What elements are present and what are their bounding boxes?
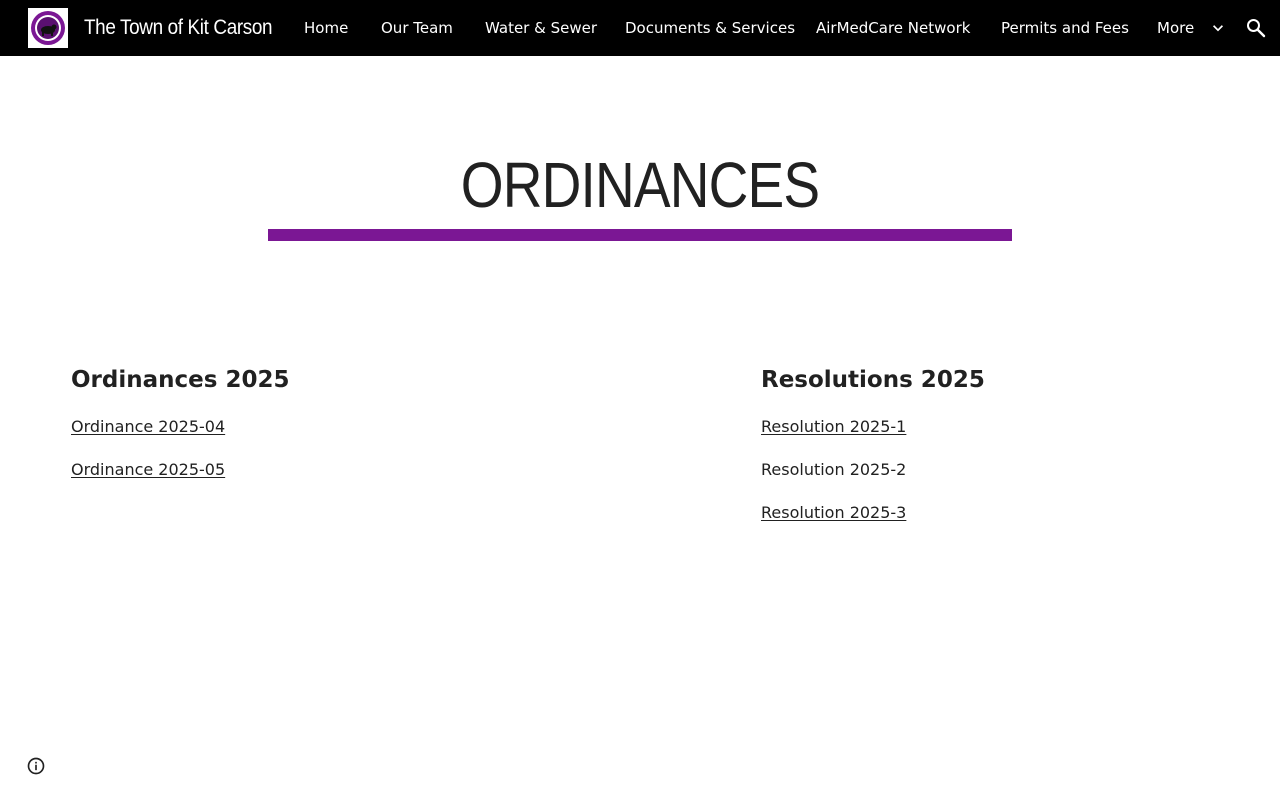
- nav-item-permits-fees[interactable]: Permits and Fees: [1001, 0, 1129, 56]
- resolutions-heading: Resolutions 2025: [761, 367, 985, 393]
- ordinance-link[interactable]: Ordinance 2025-04: [71, 415, 225, 439]
- resolution-link[interactable]: Resolution 2025-3: [761, 501, 906, 525]
- main-nav: Home Our Team Water & Sewer Documents & …: [0, 0, 1280, 56]
- nav-item-our-team[interactable]: Our Team: [381, 0, 453, 56]
- info-icon[interactable]: [26, 756, 46, 776]
- nav-item-more[interactable]: More: [1157, 0, 1194, 56]
- title-divider: [268, 229, 1012, 241]
- chevron-down-icon[interactable]: [1208, 18, 1228, 38]
- top-navigation-bar: The Town of Kit Carson Home Our Team Wat…: [0, 0, 1280, 56]
- nav-item-water-sewer[interactable]: Water & Sewer: [485, 0, 597, 56]
- nav-item-home[interactable]: Home: [304, 0, 348, 56]
- resolution-text: Resolution 2025-2: [761, 460, 907, 479]
- nav-item-documents-services[interactable]: Documents & Services: [625, 0, 795, 56]
- ordinance-link[interactable]: Ordinance 2025-05: [71, 458, 225, 482]
- resolution-link[interactable]: Resolution 2025-1: [761, 415, 906, 439]
- search-icon[interactable]: [1244, 16, 1268, 40]
- page-title: ORDINANCES: [460, 149, 820, 221]
- nav-item-airmedcare-network[interactable]: AirMedCare Network: [816, 0, 970, 56]
- ordinances-heading: Ordinances 2025: [71, 367, 290, 393]
